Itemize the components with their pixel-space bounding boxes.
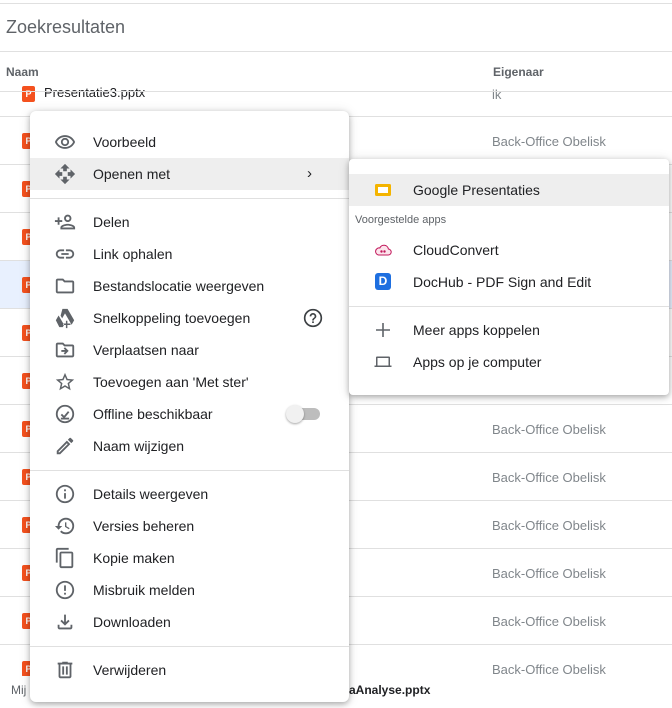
menu-divider <box>30 198 349 199</box>
history-icon <box>54 515 76 537</box>
submenu-arrow-icon: › <box>307 165 312 182</box>
menu-item-label: Naam wijzigen <box>93 438 185 454</box>
file-owner: Back-Office Obelisk <box>492 470 606 485</box>
menu-item-add-star[interactable]: Toevoegen aan 'Met ster' <box>30 366 349 398</box>
menu-divider <box>30 646 349 647</box>
bottom-location-text: Mij <box>11 683 27 697</box>
report-icon <box>54 579 76 601</box>
menu-item-label: Verplaatsen naar <box>93 342 199 358</box>
menu-item-details[interactable]: Details weergeven <box>30 478 349 510</box>
submenu-item-label: Meer apps koppelen <box>413 322 540 338</box>
menu-item-label: Delen <box>93 214 130 230</box>
menu-item-label: Details weergeven <box>93 486 209 502</box>
menu-item-offline[interactable]: Offline beschikbaar <box>30 398 349 430</box>
menu-item-share[interactable]: Delen <box>30 206 349 238</box>
eye-icon <box>54 131 76 153</box>
folder-move-icon <box>54 339 76 361</box>
open-with-submenu: Google Presentaties Voorgestelde apps Cl… <box>349 159 669 395</box>
page-title: Zoekresultaten <box>6 17 126 37</box>
submenu-item-label: DocHub - PDF Sign and Edit <box>413 274 592 290</box>
submenu-divider <box>349 306 669 307</box>
info-icon <box>54 483 76 505</box>
menu-item-label: Snelkoppeling toevoegen <box>93 310 251 326</box>
submenu-item-connect-apps[interactable]: Meer apps koppelen <box>349 314 669 346</box>
menu-item-show-location[interactable]: Bestandslocatie weergeven <box>30 270 349 302</box>
menu-item-label: Kopie maken <box>93 550 175 566</box>
menu-item-label: Toevoegen aan 'Met ster' <box>93 374 249 390</box>
menu-item-versions[interactable]: Versies beheren <box>30 510 349 542</box>
menu-item-label: Versies beheren <box>93 518 195 534</box>
dochub-icon: D <box>374 273 392 291</box>
submenu-item-computer-apps[interactable]: Apps op je computer <box>349 346 669 378</box>
column-header-name[interactable]: Naam <box>6 65 39 79</box>
menu-item-report-abuse[interactable]: Misbruik melden <box>30 574 349 606</box>
submenu-item-label: Google Presentaties <box>413 182 540 198</box>
context-menu: Voorbeeld Openen met › Delen Link ophale… <box>30 111 349 702</box>
cloudconvert-icon <box>374 241 392 259</box>
column-header-owner[interactable]: Eigenaar <box>493 65 544 79</box>
menu-item-get-link[interactable]: Link ophalen <box>30 238 349 270</box>
google-slides-icon <box>374 181 392 199</box>
copy-icon <box>54 547 76 569</box>
offline-check-icon <box>54 403 76 425</box>
menu-item-label: Misbruik melden <box>93 582 195 598</box>
file-owner: Back-Office Obelisk <box>492 518 606 533</box>
submenu-item-label: Apps op je computer <box>413 354 542 370</box>
menu-item-add-shortcut[interactable]: Snelkoppeling toevoegen <box>30 302 349 334</box>
menu-item-download[interactable]: Downloaden <box>30 606 349 638</box>
submenu-item-dochub[interactable]: D DocHub - PDF Sign and Edit <box>349 266 669 298</box>
pencil-icon <box>54 435 76 457</box>
move-arrows-icon <box>54 163 76 185</box>
menu-item-move-to[interactable]: Verplaatsen naar <box>30 334 349 366</box>
folder-icon <box>54 275 76 297</box>
plus-icon <box>374 321 392 339</box>
menu-item-label: Link ophalen <box>93 246 173 262</box>
file-owner: Back-Office Obelisk <box>492 662 606 677</box>
submenu-item-label: CloudConvert <box>413 242 499 258</box>
menu-item-preview[interactable]: Voorbeeld <box>30 126 349 158</box>
menu-divider <box>30 470 349 471</box>
file-owner: Back-Office Obelisk <box>492 614 606 629</box>
menu-item-label: Offline beschikbaar <box>93 406 213 422</box>
file-name: Presentatie3.pptx <box>44 85 146 100</box>
file-owner: ik <box>492 87 502 102</box>
dochub-badge: D <box>375 273 391 290</box>
submenu-item-google-slides[interactable]: Google Presentaties <box>349 174 669 206</box>
toggle-knob <box>286 405 304 423</box>
help-icon[interactable] <box>303 308 323 328</box>
title-divider <box>0 51 672 52</box>
offline-toggle[interactable] <box>286 405 322 423</box>
drive-shortcut-icon <box>54 307 76 329</box>
menu-item-rename[interactable]: Naam wijzigen <box>30 430 349 462</box>
submenu-item-cloudconvert[interactable]: CloudConvert <box>349 234 669 266</box>
menu-item-copy[interactable]: Kopie maken <box>30 542 349 574</box>
file-owner: Back-Office Obelisk <box>492 422 606 437</box>
bottom-file-name: aAnalyse.pptx <box>349 683 431 697</box>
menu-item-label: Voorbeeld <box>93 134 157 150</box>
top-divider <box>0 3 672 4</box>
menu-item-open-with[interactable]: Openen met › <box>30 158 349 190</box>
menu-item-label: Bestandslocatie weergeven <box>93 278 265 294</box>
slides-file-icon: P <box>22 86 35 102</box>
download-icon <box>54 611 76 633</box>
file-owner: Back-Office Obelisk <box>492 134 606 149</box>
menu-item-label: Openen met <box>93 166 171 182</box>
suggested-apps-caption: Voorgestelde apps <box>355 214 447 226</box>
file-owner: Back-Office Obelisk <box>492 566 606 581</box>
trash-icon <box>54 659 76 681</box>
header-divider <box>0 91 672 92</box>
menu-item-delete[interactable]: Verwijderen <box>30 654 349 686</box>
menu-item-label: Downloaden <box>93 614 171 630</box>
menu-item-label: Verwijderen <box>93 662 167 678</box>
link-icon <box>54 243 76 265</box>
star-icon <box>54 371 76 393</box>
laptop-icon <box>374 353 392 371</box>
person-add-icon <box>54 211 76 233</box>
